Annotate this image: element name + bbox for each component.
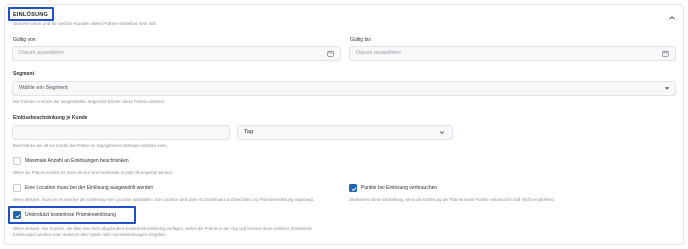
valid-to-input[interactable]: Datum auswählen [349,46,676,61]
limit-amount-input[interactable] [12,125,230,140]
valid-to-placeholder: Datum auswählen [356,50,401,56]
limit-unit-selected: Tag [244,129,254,135]
valid-to-label: Gültig bis [350,37,371,43]
max-redemptions-label: Maximale Anzahl an Einlösungen beschränk… [25,158,129,164]
segment-help: Nur Kunden in einem der ausgewählten Seg… [13,99,166,104]
section-subtitle: Steuere wann und für welche Kunden diese… [13,21,157,26]
caret-down-icon [664,87,670,90]
valid-from-label: Gültig von [13,37,36,43]
chevron-up-icon[interactable] [668,14,676,22]
limit-help: Beschränke wie oft ein Kunde die Prämie … [13,143,168,148]
title-highlight-box [8,7,54,21]
location-required-help: Wenn aktiviert, muss ein Kunde bei der E… [13,197,314,202]
consume-points-help: Deaktiviere diese Einstellung, wenn die … [349,197,555,202]
calendar-icon[interactable] [327,50,334,57]
valid-from-input[interactable]: Datum auswählen [12,46,341,61]
limit-label: Einlösebeschränkung je Kunde [13,115,88,121]
segment-label: Segment [13,71,35,77]
limit-unit-select[interactable]: Tag [237,125,453,140]
consume-points-label: Punkte bei Einlösung verbrauchen [361,185,438,191]
max-redemptions-help: Wenn die Prämie limitiert ist, kann sie … [13,170,174,175]
location-required-label: Eine Location muss bei der Einlösung aus… [25,185,154,191]
segment-select[interactable]: Wähle ein Segment [12,81,676,96]
location-required-checkbox[interactable] [13,184,21,192]
check-icon [351,186,356,191]
segment-selected-value: Wähle ein Segment [19,85,68,91]
valid-from-placeholder: Datum auswählen [19,50,64,56]
free-redemption-help-line2: Einlösungen werden unter anderem über Sp… [13,232,167,237]
chevron-down-icon [439,131,445,134]
max-redemptions-checkbox[interactable] [13,157,21,165]
calendar-icon[interactable] [662,50,669,57]
free-redemption-highlight-box [8,206,136,224]
consume-points-checkbox[interactable] [349,184,357,192]
